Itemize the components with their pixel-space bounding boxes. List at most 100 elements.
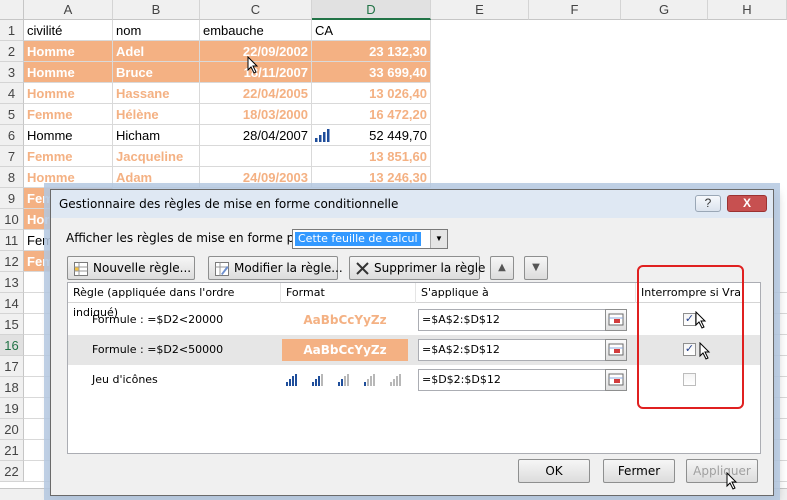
- column-format-header[interactable]: Format: [281, 283, 416, 303]
- row-header-19[interactable]: 19: [0, 398, 24, 419]
- row-header-17[interactable]: 17: [0, 356, 24, 377]
- new-rule-button[interactable]: Nouvelle règle...: [67, 256, 195, 280]
- column-header-f[interactable]: F: [529, 0, 621, 20]
- select-all-corner[interactable]: [0, 0, 24, 20]
- help-button[interactable]: ?: [695, 195, 721, 212]
- cell-d6-value: 52 449,70: [369, 128, 427, 143]
- row-header-12[interactable]: 12: [0, 251, 24, 272]
- cell-a7[interactable]: Femme: [24, 146, 113, 167]
- edit-rule-icon: [215, 261, 229, 276]
- cell-a3[interactable]: Homme: [24, 62, 113, 83]
- row-header-20[interactable]: 20: [0, 419, 24, 440]
- row-header-14[interactable]: 14: [0, 293, 24, 314]
- cell-d8[interactable]: 13 246,30: [312, 167, 431, 188]
- cell-b1[interactable]: nom: [113, 20, 200, 41]
- row-header-16[interactable]: 16: [0, 335, 24, 356]
- row-header-11[interactable]: 11: [0, 230, 24, 251]
- cell-b6[interactable]: Hicham: [113, 125, 200, 146]
- range-select-button[interactable]: [605, 339, 627, 361]
- delete-rule-label: Supprimer la règle: [374, 261, 486, 275]
- applies-to-field[interactable]: =$D$2:$D$12: [418, 369, 627, 391]
- cell-c5[interactable]: 18/03/2000: [200, 104, 312, 125]
- edit-rule-button[interactable]: Modifier la règle...: [208, 256, 343, 280]
- show-rules-dropdown[interactable]: Cette feuille de calcul ▼: [292, 229, 448, 249]
- cell-a5[interactable]: Femme: [24, 104, 113, 125]
- range-select-icon: [608, 343, 624, 356]
- cell-a8[interactable]: Homme: [24, 167, 113, 188]
- row-header-2[interactable]: 2: [0, 41, 24, 62]
- column-header-a[interactable]: A: [24, 0, 113, 20]
- row-header-5[interactable]: 5: [0, 104, 24, 125]
- show-rules-selected-value: Cette feuille de calcul: [295, 232, 421, 246]
- cell-b4[interactable]: Hassane: [113, 83, 200, 104]
- row-header-21[interactable]: 21: [0, 440, 24, 461]
- cell-b8[interactable]: Adam: [113, 167, 200, 188]
- cell-b3[interactable]: Bruce: [113, 62, 200, 83]
- column-header-g[interactable]: G: [621, 0, 708, 20]
- delete-x-icon: [356, 262, 369, 275]
- column-header-c[interactable]: C: [200, 0, 312, 20]
- range-select-icon: [608, 313, 624, 326]
- cell-d6[interactable]: 52 449,70: [312, 125, 431, 146]
- column-rule-header[interactable]: Règle (appliquée dans l'ordre indiqué): [68, 283, 281, 319]
- close-window-button[interactable]: X: [727, 195, 767, 212]
- ok-button[interactable]: OK: [518, 459, 590, 483]
- column-applies-header[interactable]: S'applique à: [416, 283, 636, 303]
- row-header-15[interactable]: 15: [0, 314, 24, 335]
- new-rule-label: Nouvelle règle...: [93, 261, 192, 275]
- cell-c8[interactable]: 24/09/2003: [200, 167, 312, 188]
- close-button[interactable]: Fermer: [603, 459, 675, 483]
- triangle-up-icon: ▲: [498, 262, 506, 273]
- row-header-4[interactable]: 4: [0, 83, 24, 104]
- cell-b5[interactable]: Hélène: [113, 104, 200, 125]
- cell-c1[interactable]: embauche: [200, 20, 312, 41]
- chevron-down-icon[interactable]: ▼: [430, 230, 447, 248]
- row-header-7[interactable]: 7: [0, 146, 24, 167]
- range-select-button[interactable]: [605, 309, 627, 331]
- column-header-b[interactable]: B: [113, 0, 200, 20]
- mouse-pointer-icon: [247, 56, 259, 74]
- column-header-d[interactable]: D: [312, 0, 431, 20]
- row-header-6[interactable]: 6: [0, 125, 24, 146]
- range-select-button[interactable]: [605, 369, 627, 391]
- edit-rule-label: Modifier la règle...: [234, 261, 343, 275]
- applies-to-field[interactable]: =$A$2:$D$12: [418, 339, 627, 361]
- cell-b7[interactable]: Jacqueline: [113, 146, 200, 167]
- cell-d4[interactable]: 13 026,40: [312, 83, 431, 104]
- row-header-9[interactable]: 9: [0, 188, 24, 209]
- format-preview: AaBbCcYyZz: [303, 313, 387, 327]
- cell-a4[interactable]: Homme: [24, 83, 113, 104]
- cell-c7[interactable]: [200, 146, 312, 167]
- format-preview: AaBbCcYyZz: [282, 339, 408, 361]
- mouse-pointer-icon: [726, 472, 738, 490]
- row-header-13[interactable]: 13: [0, 272, 24, 293]
- conditional-formatting-rules-manager-dialog[interactable]: Gestionnaire des règles de mise en forme…: [50, 189, 774, 496]
- rule-description: Formule : =$D2<20000: [92, 313, 224, 326]
- cell-b2[interactable]: Adel: [113, 41, 200, 62]
- cell-a1[interactable]: civilité: [24, 20, 113, 41]
- column-header-h[interactable]: H: [708, 0, 787, 20]
- applies-to-field[interactable]: =$A$2:$D$12: [418, 309, 627, 331]
- move-down-button[interactable]: ▼: [524, 256, 548, 280]
- move-up-button[interactable]: ▲: [490, 256, 514, 280]
- cell-d7[interactable]: 13 851,60: [312, 146, 431, 167]
- cell-d5[interactable]: 16 472,20: [312, 104, 431, 125]
- row-header-10[interactable]: 10: [0, 209, 24, 230]
- cell-a6[interactable]: Homme: [24, 125, 113, 146]
- cell-c4[interactable]: 22/04/2005: [200, 83, 312, 104]
- delete-rule-button[interactable]: Supprimer la règle: [349, 256, 485, 280]
- apply-button[interactable]: Appliquer: [686, 459, 758, 483]
- cell-d2[interactable]: 23 132,30: [312, 41, 431, 62]
- row-header-1[interactable]: 1: [0, 20, 24, 41]
- range-select-icon: [608, 373, 624, 386]
- row-header-3[interactable]: 3: [0, 62, 24, 83]
- row-header-8[interactable]: 8: [0, 167, 24, 188]
- column-header-e[interactable]: E: [431, 0, 529, 20]
- cell-d1[interactable]: CA: [312, 20, 431, 41]
- cell-d3[interactable]: 33 699,40: [312, 62, 431, 83]
- row-header-22[interactable]: 22: [0, 461, 24, 482]
- cell-a2[interactable]: Homme: [24, 41, 113, 62]
- row-header-18[interactable]: 18: [0, 377, 24, 398]
- cell-c6[interactable]: 28/04/2007: [200, 125, 312, 146]
- rule-description: Jeu d'icônes: [92, 373, 158, 386]
